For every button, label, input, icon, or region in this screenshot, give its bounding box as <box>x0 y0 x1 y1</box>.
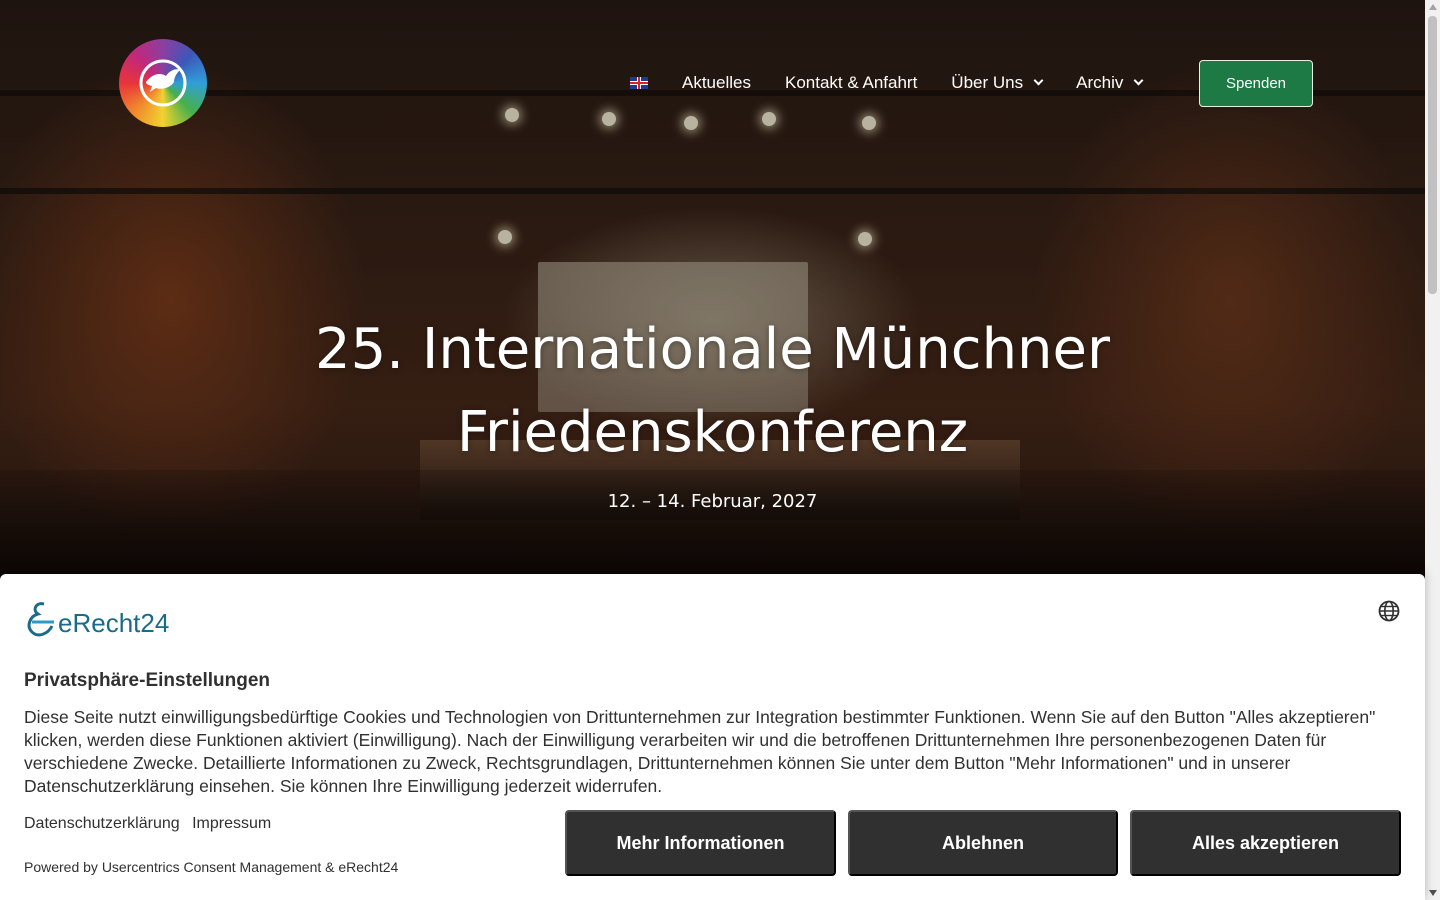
accept-all-button[interactable]: Alles akzeptieren <box>1130 810 1401 876</box>
brand-name: eRecht24 <box>58 608 170 638</box>
consent-links: Datenschutzerklärung Impressum <box>24 815 279 833</box>
nav-item-kontakt[interactable]: Kontakt & Anfahrt <box>785 73 917 93</box>
privacy-policy-link[interactable]: Datenschutzerklärung <box>24 815 180 832</box>
scroll-down-icon[interactable] <box>1429 890 1437 896</box>
powered-by-text: Powered by Usercentrics Consent Manageme… <box>24 859 399 875</box>
consent-title: Privatsphäre-Einstellungen <box>24 670 271 691</box>
globe-icon[interactable] <box>1378 600 1400 622</box>
nav-item-ueber-uns[interactable]: Über Uns <box>951 73 1044 93</box>
nav-item-label: Archiv <box>1076 73 1124 92</box>
hero-title: 25. Internationale Münchner Friedenskonf… <box>0 308 1425 474</box>
nav-item-label: Aktuelles <box>682 73 751 92</box>
main-navigation: Aktuelles Kontakt & Anfahrt Über Uns Arc… <box>630 60 1176 106</box>
nav-item-archiv[interactable]: Archiv <box>1076 73 1144 93</box>
nav-item-label: Kontakt & Anfahrt <box>784 73 918 92</box>
nav-item-aktuelles[interactable]: Aktuelles <box>682 73 751 93</box>
dove-icon <box>139 59 187 107</box>
donate-button[interactable]: Spenden <box>1199 60 1313 107</box>
uk-flag-icon[interactable] <box>630 77 648 89</box>
event-date: 12. – 14. Februar, 2027 <box>607 491 818 512</box>
imprint-link[interactable]: Impressum <box>192 815 271 832</box>
decline-button[interactable]: Ablehnen <box>848 810 1118 876</box>
hero-title-line: 25. Internationale Münchner <box>314 317 1111 382</box>
chevron-down-icon <box>1133 75 1144 86</box>
consent-description: Diese Seite nutzt einwilligungsbedürftig… <box>24 707 1376 796</box>
hero-title-line: Friedenskonferenz <box>456 400 969 465</box>
erecht24-logo: eRecht24 <box>24 598 169 638</box>
more-info-button[interactable]: Mehr Informationen <box>565 810 836 876</box>
scroll-up-icon[interactable] <box>1429 4 1437 10</box>
scrollbar-thumb[interactable] <box>1428 16 1437 294</box>
page-scrollbar[interactable] <box>1425 0 1440 900</box>
cookie-consent-banner: eRecht24 Privatsphäre-Einstellungen Dies… <box>0 574 1425 900</box>
nav-item-label: Über Uns <box>951 73 1024 92</box>
chevron-down-icon <box>1033 75 1044 86</box>
erecht24-mark-icon <box>27 602 54 637</box>
peace-dove-logo-icon[interactable] <box>119 39 207 127</box>
